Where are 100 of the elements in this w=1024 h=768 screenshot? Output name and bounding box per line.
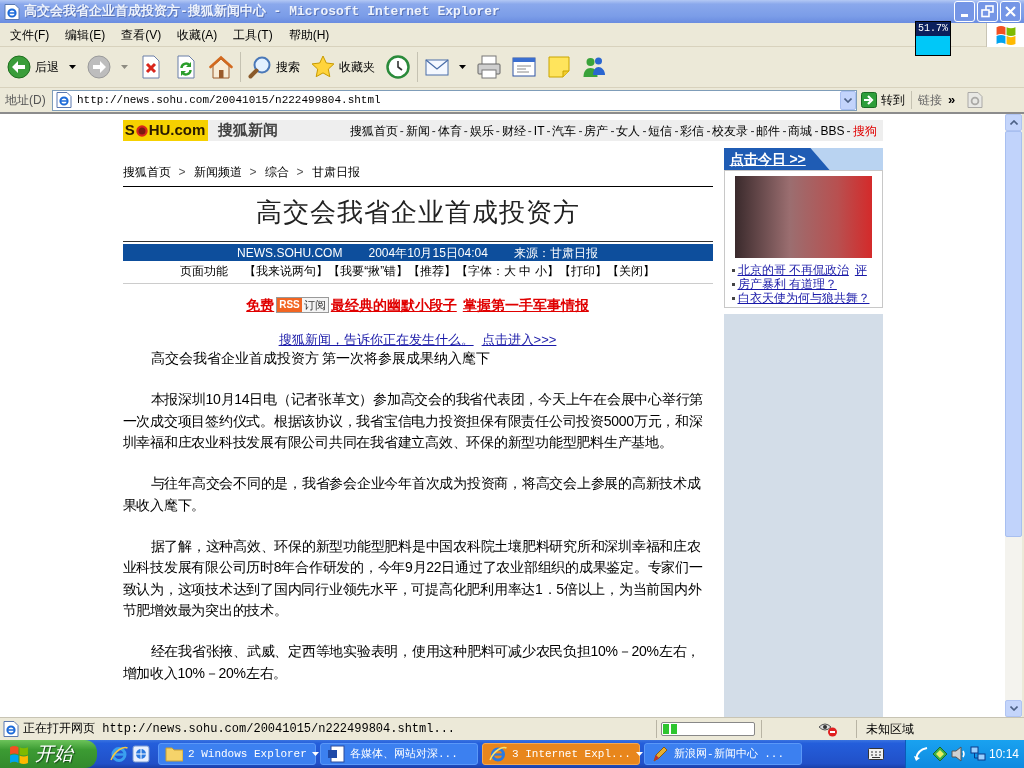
nav-separator: - — [846, 122, 851, 140]
menu-item[interactable]: 文件(F) — [3, 24, 57, 45]
refresh-icon — [174, 55, 198, 79]
rss-label: RSS — [277, 298, 302, 312]
diamond-icon[interactable] — [932, 746, 948, 762]
speaker-icon[interactable] — [951, 746, 967, 762]
menu-item[interactable]: 帮助(H) — [281, 24, 337, 45]
breadcrumb-link[interactable]: 甘肃日报 — [311, 163, 360, 181]
address-field[interactable]: http://news.sohu.com/20041015/n222499804.shtml — [52, 89, 857, 111]
breadcrumb-link[interactable]: 搜狐首页 — [122, 163, 171, 181]
tool-link[interactable]: 【我来说两句】 — [244, 262, 329, 280]
window-title: 高交会我省企业首成投资方-搜狐新闻中心 - Microsoft Internet Explorer — [24, 2, 500, 21]
nav-link[interactable]: 邮件 — [756, 121, 781, 140]
nav-link[interactable]: 娱乐 — [469, 121, 494, 140]
nav-link[interactable]: 搜狗 — [852, 121, 877, 140]
arrow-icon[interactable] — [913, 746, 929, 762]
nav-link[interactable]: 短信 — [648, 121, 673, 140]
note-icon — [547, 55, 571, 79]
nav-link[interactable]: 汽车 — [552, 121, 577, 140]
caret-icon — [635, 752, 643, 756]
page-icon[interactable] — [967, 92, 986, 108]
keyboard-icon[interactable] — [868, 748, 884, 760]
network-icon[interactable] — [970, 746, 986, 762]
nav-separator: - — [642, 122, 647, 140]
nav-separator: - — [431, 122, 436, 140]
tool-link[interactable]: 【推荐】 — [408, 262, 457, 280]
taskbar-button[interactable]: 新浪网-新闻中心 ... — [644, 743, 802, 765]
sidebar-tab[interactable]: 点击今日 >> — [723, 148, 830, 170]
nav-link[interactable]: 财经 — [501, 121, 526, 140]
sidebar-link[interactable]: 白衣天使为何与狼共舞？ — [737, 291, 870, 305]
nav-separator: - — [399, 122, 404, 140]
close-button[interactable] — [1000, 1, 1021, 22]
taskbar-button[interactable]: 2 Windows Explorer — [158, 743, 316, 765]
article-paragraph: 本报深圳10月14日电（记者张革文）参加高交会的我省代表团，今天上午在会展中心举行第一次成交项目签约仪式。根据该协议，我省宝信电力投资担保有限责任公司投资5000万元，和深圳幸福和庄农业科技发展有限公司共同在我省建立高效、环保的新型功能型肥料生产基地。 — [122, 390, 705, 452]
search-button[interactable]: 搜索 — [245, 49, 303, 85]
promo-link[interactable]: 掌握第一手军事情报 — [462, 294, 589, 316]
taskbar-button[interactable]: 各媒体、网站对深... — [320, 743, 478, 765]
nav-link[interactable]: IT — [533, 121, 545, 140]
menu-item[interactable]: 收藏(A) — [170, 24, 225, 45]
chevron-button[interactable]: » — [948, 90, 956, 110]
tagline-link[interactable]: 搜狐新闻，告诉你正在发生什么。 — [278, 332, 474, 348]
nav-link[interactable]: 女人 — [616, 121, 641, 140]
promo-link[interactable]: 最经典的幽默小段子 — [330, 294, 457, 316]
go-button[interactable]: 转到 — [861, 89, 905, 111]
tool-link[interactable]: 【关闭】 — [606, 262, 655, 280]
nav-link[interactable]: BBS — [820, 121, 845, 140]
scroll-up-button[interactable] — [1005, 114, 1022, 131]
nav-separator: - — [578, 122, 583, 140]
document-icon — [327, 745, 345, 763]
tool-link[interactable]: 【我要“揪”错】 — [328, 262, 409, 280]
promo-link[interactable]: 免费 — [246, 294, 275, 316]
nav-link[interactable]: 彩信 — [680, 121, 705, 140]
breadcrumb-separator: > — [249, 164, 257, 181]
minimize-button[interactable] — [954, 1, 975, 22]
nav-separator: - — [527, 122, 532, 140]
article-subtitle: 高交会我省企业首成投资方 第一次将参展成果纳入麾下 — [149, 349, 492, 368]
menu-item[interactable]: 工具(T) — [226, 24, 280, 45]
minimize-icon — [961, 13, 968, 17]
caret-icon — [121, 65, 128, 69]
nav-link[interactable]: 商城 — [788, 121, 813, 140]
favorites-button[interactable]: 收藏夹 — [308, 49, 378, 85]
maximize-button[interactable] — [977, 1, 998, 22]
scroll-thumb[interactable] — [1005, 131, 1022, 537]
nav-link[interactable]: 新闻 — [405, 121, 430, 140]
browser-icon[interactable] — [110, 745, 128, 763]
scroll-down-button[interactable] — [1005, 700, 1022, 717]
sidebar-link[interactable]: 房产暴利 有道理？ — [737, 277, 837, 291]
nav-link[interactable]: 校友录 — [712, 121, 749, 140]
breadcrumb-link[interactable]: 新闻频道 — [193, 163, 242, 181]
dropdown-button[interactable] — [840, 90, 856, 110]
menu-item[interactable]: 查看(V) — [114, 24, 169, 45]
back-button[interactable]: 后退 — [4, 49, 79, 85]
logo-text: S — [124, 120, 135, 141]
nav-separator: - — [814, 122, 819, 140]
links-button[interactable]: 链接 — [918, 91, 942, 109]
sidebar-link[interactable]: 北京的哥 不再侃政治 — [737, 263, 849, 277]
chevron-down-icon — [1009, 706, 1018, 711]
menu-item[interactable]: 编辑(E) — [58, 24, 113, 45]
tools-label: 页面功能 — [180, 263, 229, 280]
breadcrumb-link[interactable]: 综合 — [264, 163, 289, 181]
comment-link[interactable]: 评 — [854, 263, 867, 277]
zone-text: 未知区域 — [865, 721, 914, 738]
globe-icon[interactable] — [132, 745, 150, 763]
start-button[interactable]: 开始 — [0, 740, 97, 768]
tool-link[interactable]: 【字体：大 中 小】 — [456, 262, 559, 280]
nav-link[interactable]: 房产 — [584, 121, 609, 140]
article-paragraph: 经在我省张掖、武威、定西等地实验表明，使用这种肥料可减少农民负担10%－20%左右，增加收入10%－20%左右。 — [122, 642, 702, 683]
status-text: 正在打开网页 http://news.sohu.com/20041015/n222499804.shtml... — [23, 721, 456, 738]
tagline-link[interactable]: 点击进入>>> — [481, 332, 557, 348]
nav-separator: - — [463, 122, 468, 140]
tool-link[interactable]: 【打印】 — [558, 262, 607, 280]
section-title: 搜狐新闻 — [217, 120, 278, 141]
search-icon — [248, 55, 272, 79]
clock-text: 10:14 — [989, 746, 1020, 763]
bullet-icon — [731, 296, 735, 300]
article-title: 高交会我省企业首成投资方 — [254, 196, 581, 229]
nav-link[interactable]: 体育 — [437, 121, 462, 140]
nav-link[interactable]: 搜狐首页 — [349, 121, 398, 140]
house-icon — [209, 55, 233, 79]
rss-badge[interactable]: RSS 订阅 — [276, 297, 329, 313]
